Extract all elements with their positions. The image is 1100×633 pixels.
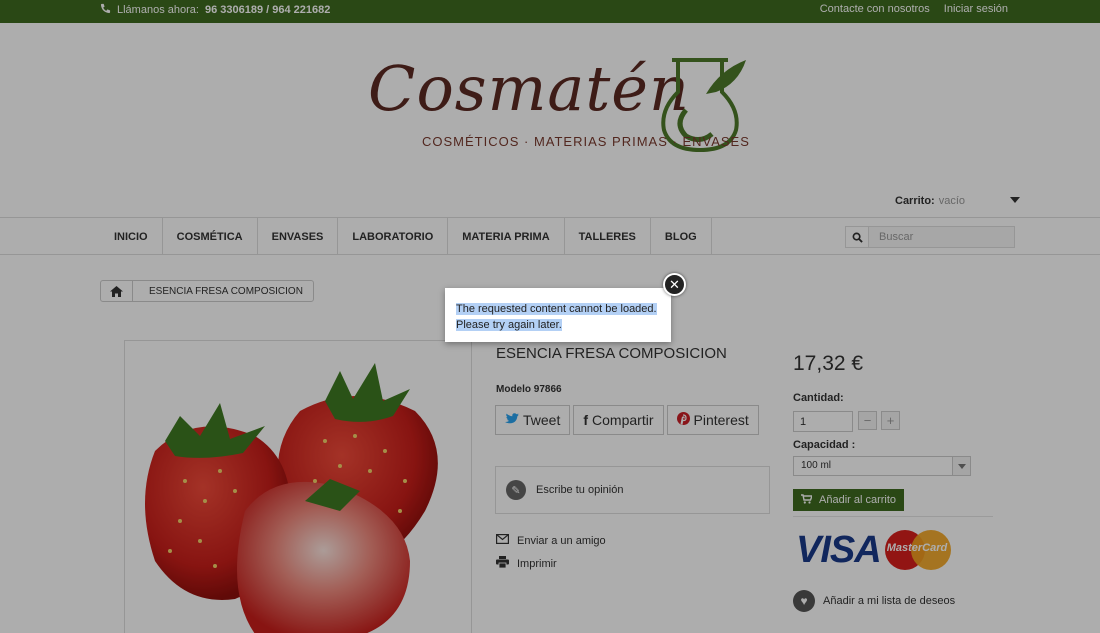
modal-message-line2: Please try again later.: [456, 319, 562, 331]
modal-message: The requested content cannot be loaded. …: [456, 301, 657, 333]
close-icon[interactable]: ✕: [663, 273, 686, 296]
error-modal: The requested content cannot be loaded. …: [445, 288, 671, 342]
modal-message-line1: The requested content cannot be loaded.: [456, 303, 657, 315]
